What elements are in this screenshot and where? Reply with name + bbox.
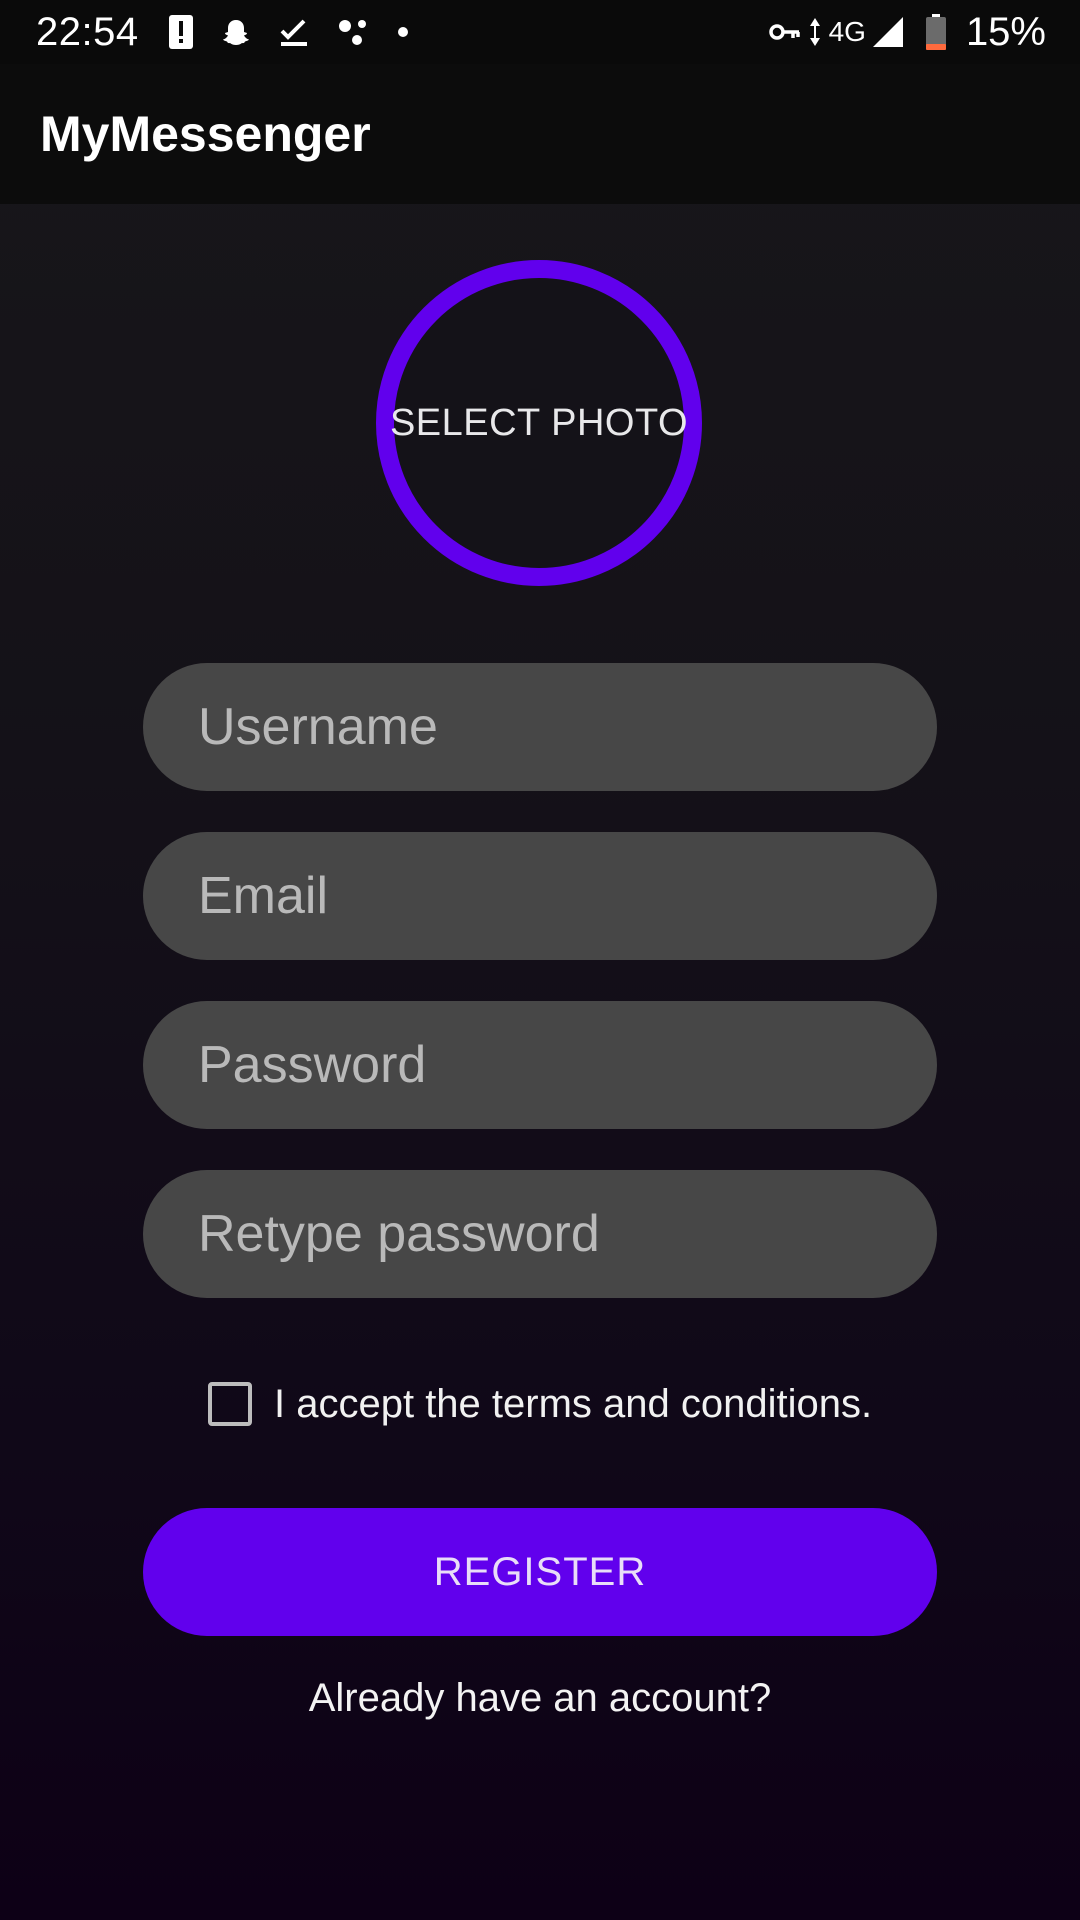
register-label: REGISTER [433, 1549, 647, 1594]
terms-checkbox[interactable] [208, 1382, 252, 1426]
register-button[interactable]: REGISTER [143, 1508, 937, 1636]
alert-icon [168, 15, 193, 49]
snapchat-icon [221, 17, 251, 47]
network-type: 4G [828, 16, 866, 47]
battery-percent: 15% [965, 9, 1046, 54]
status-bar: 22:54 4G 15% [0, 0, 1080, 64]
retype-password-input[interactable] [143, 1170, 937, 1298]
status-left: 22:54 [36, 10, 437, 55]
terms-row[interactable]: I accept the terms and conditions. [208, 1378, 872, 1430]
data-arrows-icon [809, 17, 821, 47]
email-input[interactable] [143, 832, 937, 960]
already-have-account-link[interactable]: Already have an account? [0, 1676, 1080, 1721]
signal-icon [872, 16, 904, 48]
app-bar: MyMessenger [0, 64, 1080, 204]
download-done-icon [279, 17, 309, 47]
terms-label: I accept the terms and conditions. [274, 1381, 873, 1426]
select-photo-button[interactable]: SELECT PHOTO [376, 260, 702, 586]
dots-app-icon [337, 17, 369, 47]
password-input[interactable] [143, 1001, 937, 1129]
username-input[interactable] [143, 663, 937, 791]
vpn-key-icon [768, 22, 801, 42]
select-photo-label: SELECT PHOTO [389, 401, 689, 444]
app-title: MyMessenger [40, 106, 371, 162]
status-time: 22:54 [36, 9, 139, 54]
dot-icon [397, 26, 409, 38]
status-right: 4G 15% [768, 9, 1046, 55]
battery-icon [925, 14, 946, 50]
